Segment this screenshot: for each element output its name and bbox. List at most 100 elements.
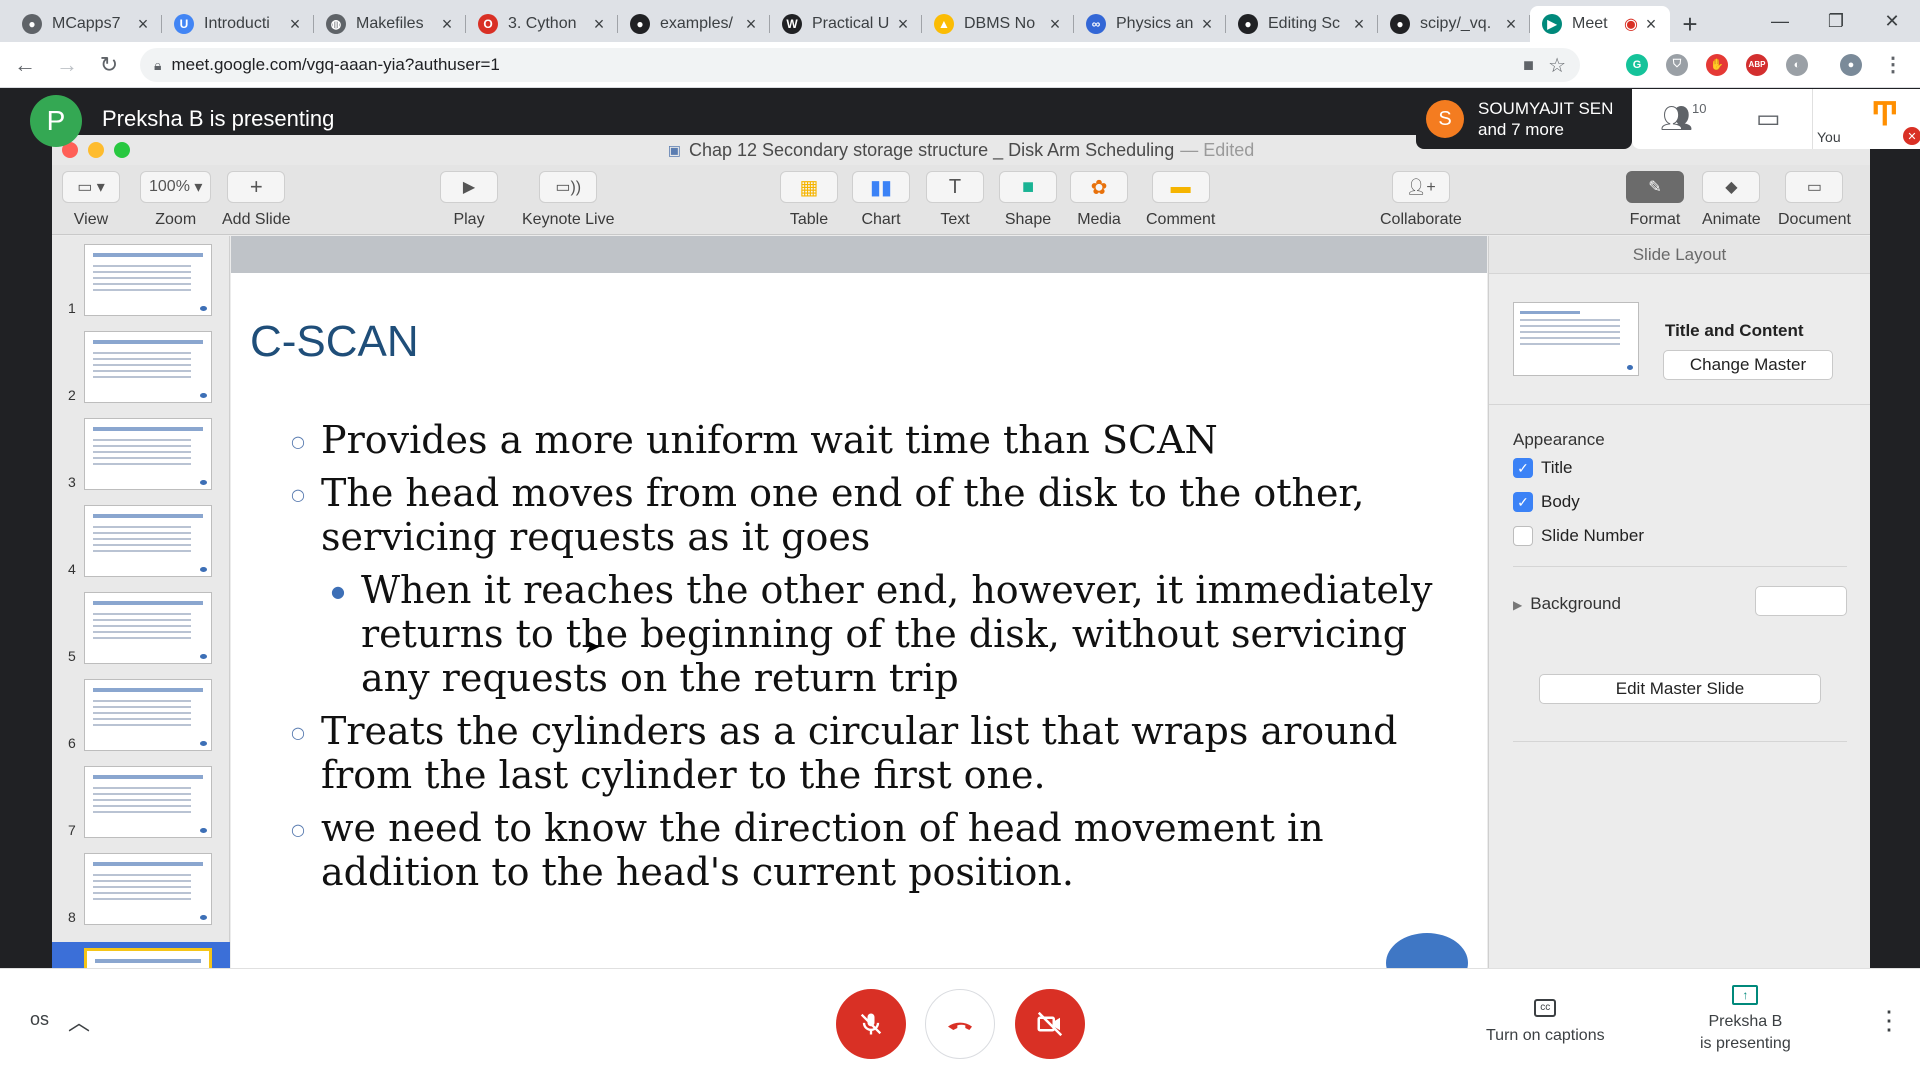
background-color-well[interactable] [1755, 586, 1847, 616]
browser-tab[interactable]: W Practical U × [770, 6, 922, 42]
slide-thumbnail[interactable] [84, 331, 212, 403]
animate-tool[interactable]: ◆ Animate [1702, 171, 1761, 229]
slide-thumbnail[interactable] [84, 766, 212, 838]
browser-tab[interactable]: ◍ Makefiles × [314, 6, 466, 42]
slide-thumbnail[interactable] [84, 679, 212, 751]
stop-extension-icon[interactable]: ✋ [1706, 53, 1728, 76]
zoom-tool[interactable]: 100% ▾ Zoom [140, 171, 212, 229]
browser-tab[interactable]: ▶ Meet ◉ × [1530, 6, 1670, 42]
people-icon[interactable]: 👥︎ [1660, 103, 1693, 134]
bullet-item: Provides a more uniform wait time than S… [291, 418, 1441, 464]
slide-number-checkbox[interactable]: Slide Number [1513, 526, 1644, 546]
browser-tab[interactable]: O 3. Cython × [466, 6, 618, 42]
comment-tool[interactable]: ▬ Comment [1146, 171, 1215, 229]
new-tab-button[interactable]: + [1670, 6, 1710, 42]
title-checkbox[interactable]: ✓ Title [1513, 458, 1573, 478]
body-checkbox[interactable]: ✓ Body [1513, 492, 1580, 512]
play-tool[interactable]: ▶ Play [440, 171, 498, 229]
infinity-icon: ∞ [1086, 14, 1106, 34]
slide[interactable]: C-SCAN Provides a more uniform wait time… [231, 273, 1487, 968]
slide-thumbnail[interactable] [84, 244, 212, 316]
camera-toggle-button[interactable] [1015, 989, 1085, 1059]
browser-tab[interactable]: ▲ DBMS No × [922, 6, 1074, 42]
tab-slide-layout[interactable]: Slide Layout [1489, 236, 1870, 274]
keynote-live-tool[interactable]: ▭)) Keynote Live [522, 171, 615, 229]
self-video-tile[interactable]: Ͳ You ✕ [1812, 89, 1920, 149]
shape-icon: ■ [999, 171, 1057, 203]
browser-tab[interactable]: ● examples/ × [618, 6, 770, 42]
close-tab-icon[interactable]: × [134, 14, 152, 35]
close-tab-icon[interactable]: × [742, 14, 760, 35]
table-tool[interactable]: ▦ Table [780, 171, 838, 229]
chrome-menu-icon[interactable]: ⋮ [1882, 54, 1904, 76]
camera-in-use-icon[interactable]: ■ [1523, 55, 1534, 76]
slide-body[interactable]: Provides a more uniform wait time than S… [291, 418, 1441, 903]
text-tool[interactable]: T Text [926, 171, 984, 229]
back-icon[interactable]: ← [8, 48, 42, 82]
close-tab-icon[interactable]: × [894, 14, 912, 35]
shield-extension-icon[interactable]: ⛉ [1666, 53, 1688, 76]
restore-icon[interactable]: ❐ [1808, 0, 1864, 42]
bookmark-star-icon[interactable]: ☆ [1548, 53, 1566, 78]
browser-tab[interactable]: ● MCapps7 × [10, 6, 162, 42]
close-tab-icon[interactable]: × [590, 14, 608, 35]
more-options-icon[interactable]: ⋮ [1876, 1005, 1902, 1036]
minimize-traffic-light[interactable] [88, 142, 104, 158]
circle-extension-icon[interactable]: ◐ [1786, 53, 1808, 76]
slide-thumbnail[interactable] [84, 505, 212, 577]
close-tab-icon[interactable]: × [1198, 14, 1216, 35]
globe-icon: ◍ [326, 14, 346, 34]
reload-icon[interactable]: ↻ [92, 48, 126, 82]
close-tab-icon[interactable]: × [1642, 14, 1660, 35]
collaborate-tool[interactable]: 👤︎+ Collaborate [1380, 171, 1462, 229]
slide-thumbnail-selected[interactable] [84, 948, 212, 968]
participant-tile[interactable]: S SOUMYAJIT SEN and 7 more [1416, 89, 1632, 149]
tab-title: examples/ [660, 15, 733, 32]
close-window-icon[interactable]: ✕ [1864, 0, 1920, 42]
chart-tool[interactable]: ▮▮ Chart [852, 171, 910, 229]
zoom-traffic-light[interactable] [114, 142, 130, 158]
edit-master-slide-button[interactable]: Edit Master Slide [1539, 674, 1821, 704]
change-master-button[interactable]: Change Master [1663, 350, 1833, 380]
presenter-avatar: P [30, 95, 82, 147]
minimize-icon[interactable]: — [1752, 0, 1808, 42]
divider [1513, 741, 1847, 742]
text-icon: T [926, 171, 984, 203]
close-tab-icon[interactable]: × [1046, 14, 1064, 35]
document-tool[interactable]: ▭ Document [1778, 171, 1851, 229]
view-tool[interactable]: ▭ ▾ View [62, 171, 120, 229]
captions-button[interactable]: cc Turn on captions [1486, 999, 1605, 1047]
add-slide-tool[interactable]: + Add Slide [222, 171, 291, 229]
media-tool[interactable]: ✿ Media [1070, 171, 1128, 229]
divider [1513, 566, 1847, 567]
address-bar[interactable]: 🔒︎ meet.google.com/vgq-aaan-yia?authuser… [140, 48, 1580, 82]
leave-call-button[interactable] [925, 989, 995, 1059]
close-tab-icon[interactable]: × [286, 14, 304, 35]
browser-tab[interactable]: ● Editing Sc × [1226, 6, 1378, 42]
appearance-heading: Appearance [1513, 430, 1605, 449]
browser-tab[interactable]: ∞ Physics an × [1074, 6, 1226, 42]
browser-tab[interactable]: ● scipy/_vq. × [1378, 6, 1530, 42]
slide-thumbnail[interactable] [84, 853, 212, 925]
grammarly-extension-icon[interactable]: G [1626, 53, 1648, 76]
mic-toggle-button[interactable] [836, 989, 906, 1059]
browser-tab[interactable]: U Introducti × [162, 6, 314, 42]
forward-icon[interactable]: → [50, 48, 84, 82]
chat-icon[interactable]: ▭ [1756, 103, 1781, 134]
slide-title[interactable]: C-SCAN [250, 317, 419, 367]
meet-side-controls: 👥︎ 10 ▭ Ͳ You ✕ [1632, 89, 1920, 149]
profile-avatar-icon[interactable]: ● [1840, 53, 1862, 76]
adblock-extension-icon[interactable]: ABP [1746, 53, 1768, 76]
slide-thumbnail[interactable] [84, 418, 212, 490]
close-tab-icon[interactable]: × [438, 14, 456, 35]
tab-title: Makefiles [356, 15, 424, 32]
chevron-up-icon[interactable]: ︿ [68, 1005, 90, 1037]
close-tab-icon[interactable]: × [1350, 14, 1368, 35]
background-disclosure[interactable]: ▶ Background [1513, 594, 1621, 614]
close-tab-icon[interactable]: × [1502, 14, 1520, 35]
slide-thumbnail[interactable] [84, 592, 212, 664]
shape-tool[interactable]: ■ Shape [999, 171, 1057, 229]
animate-icon: ◆ [1702, 171, 1761, 203]
format-tool[interactable]: ✎ Format [1626, 171, 1684, 229]
presenting-status-button[interactable]: ↑ Preksha B is presenting [1700, 985, 1791, 1055]
